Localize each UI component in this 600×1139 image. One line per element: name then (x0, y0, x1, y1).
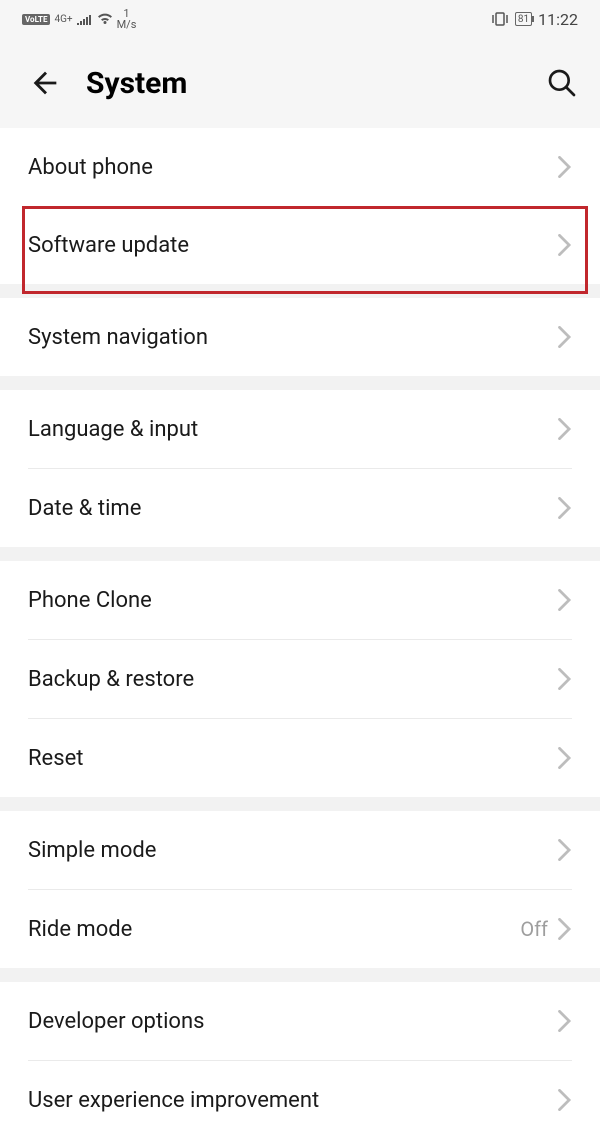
item-simple-mode[interactable]: Simple mode (0, 811, 600, 889)
item-label: Language & input (28, 417, 558, 442)
back-arrow-icon (28, 66, 62, 100)
vibrate-icon (491, 12, 509, 26)
item-label: User experience improvement (28, 1088, 558, 1113)
settings-group: About phone Software update (0, 128, 600, 284)
chevron-right-icon (558, 839, 572, 861)
settings-group: Simple mode Ride mode Off (0, 811, 600, 968)
battery-indicator: 81 (515, 12, 532, 26)
item-backup-restore[interactable]: Backup & restore (0, 640, 600, 718)
settings-group: Developer options User experience improv… (0, 982, 600, 1139)
settings-group: System navigation (0, 298, 600, 376)
item-label: Developer options (28, 1009, 558, 1034)
item-label: Software update (28, 233, 558, 258)
item-phone-clone[interactable]: Phone Clone (0, 561, 600, 639)
chevron-right-icon (558, 497, 572, 519)
search-icon (546, 67, 578, 99)
status-right: 81 11:22 (491, 10, 578, 29)
chevron-right-icon (558, 747, 572, 769)
item-label: Phone Clone (28, 588, 558, 613)
item-label: Backup & restore (28, 667, 558, 692)
item-language-input[interactable]: Language & input (0, 390, 600, 468)
chevron-right-icon (558, 1010, 572, 1032)
chevron-right-icon (558, 918, 572, 940)
status-left: VoLTE 4G+ 1 M/s (22, 8, 136, 30)
volte-badge: VoLTE (22, 14, 50, 25)
signal-icon (77, 13, 93, 25)
settings-group: Language & input Date & time (0, 390, 600, 547)
item-value: Off (520, 917, 548, 941)
item-ride-mode[interactable]: Ride mode Off (0, 890, 600, 968)
settings-group: Phone Clone Backup & restore Reset (0, 561, 600, 797)
item-label: Simple mode (28, 838, 558, 863)
page-title: System (86, 66, 542, 101)
item-system-navigation[interactable]: System navigation (0, 298, 600, 376)
item-software-update[interactable]: Software update (0, 206, 600, 284)
chevron-right-icon (558, 1089, 572, 1111)
item-user-experience-improvement[interactable]: User experience improvement (0, 1061, 600, 1139)
network-speed: 1 M/s (117, 8, 137, 30)
clock: 11:22 (538, 10, 578, 29)
status-bar: VoLTE 4G+ 1 M/s 81 11:22 (0, 0, 600, 38)
chevron-right-icon (558, 326, 572, 348)
search-button[interactable] (542, 67, 582, 99)
item-about-phone[interactable]: About phone (0, 128, 600, 206)
item-reset[interactable]: Reset (0, 719, 600, 797)
item-date-time[interactable]: Date & time (0, 469, 600, 547)
chevron-right-icon (558, 156, 572, 178)
network-type: 4G+ (54, 14, 72, 25)
chevron-right-icon (558, 234, 572, 256)
item-label: About phone (28, 155, 558, 180)
wifi-icon (97, 13, 113, 25)
item-label: Date & time (28, 496, 558, 521)
item-label: Ride mode (28, 917, 520, 942)
chevron-right-icon (558, 418, 572, 440)
back-button[interactable] (28, 66, 68, 100)
item-developer-options[interactable]: Developer options (0, 982, 600, 1060)
chevron-right-icon (558, 668, 572, 690)
chevron-right-icon (558, 589, 572, 611)
app-bar: System (0, 38, 600, 128)
item-label: Reset (28, 746, 558, 771)
item-label: System navigation (28, 325, 558, 350)
